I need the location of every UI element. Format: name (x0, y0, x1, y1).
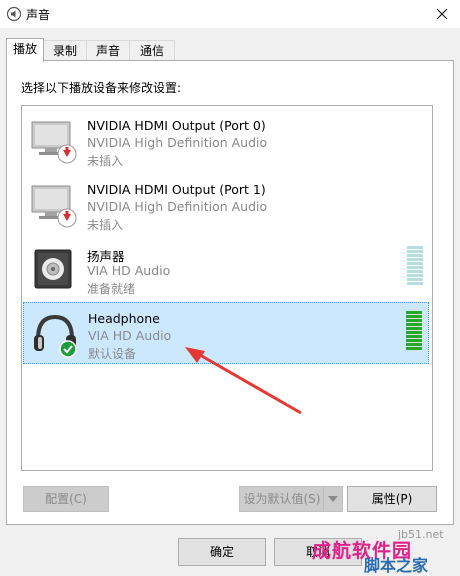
close-button[interactable] (424, 0, 460, 28)
title-bar: 声音 (0, 0, 460, 28)
close-icon (436, 8, 448, 20)
set-default-dropdown[interactable] (323, 487, 342, 511)
tab-sounds[interactable]: 声音 (86, 40, 130, 61)
tab-playback[interactable]: 播放 (6, 38, 44, 62)
chevron-down-icon (328, 496, 338, 502)
tab-recording[interactable]: 录制 (43, 40, 87, 61)
playback-panel: 选择以下播放设备来修改设置: NVIDIA HDMI Output (Port … (6, 60, 454, 525)
configure-button[interactable]: 配置(C) (23, 486, 109, 512)
speaker-app-icon (6, 6, 22, 22)
watermark-url: jb51.net (398, 528, 444, 541)
ok-button[interactable]: 确定 (178, 538, 266, 566)
window-title: 声音 (26, 8, 51, 22)
annotation-arrow (185, 347, 302, 415)
set-default-button[interactable]: 设为默认值(S) (239, 486, 343, 512)
properties-button[interactable]: 属性(P) (347, 486, 437, 512)
set-default-label: 设为默认值(S) (243, 492, 321, 506)
watermark-site: 脚本之家 (364, 556, 429, 575)
tab-communications[interactable]: 通信 (129, 40, 175, 61)
